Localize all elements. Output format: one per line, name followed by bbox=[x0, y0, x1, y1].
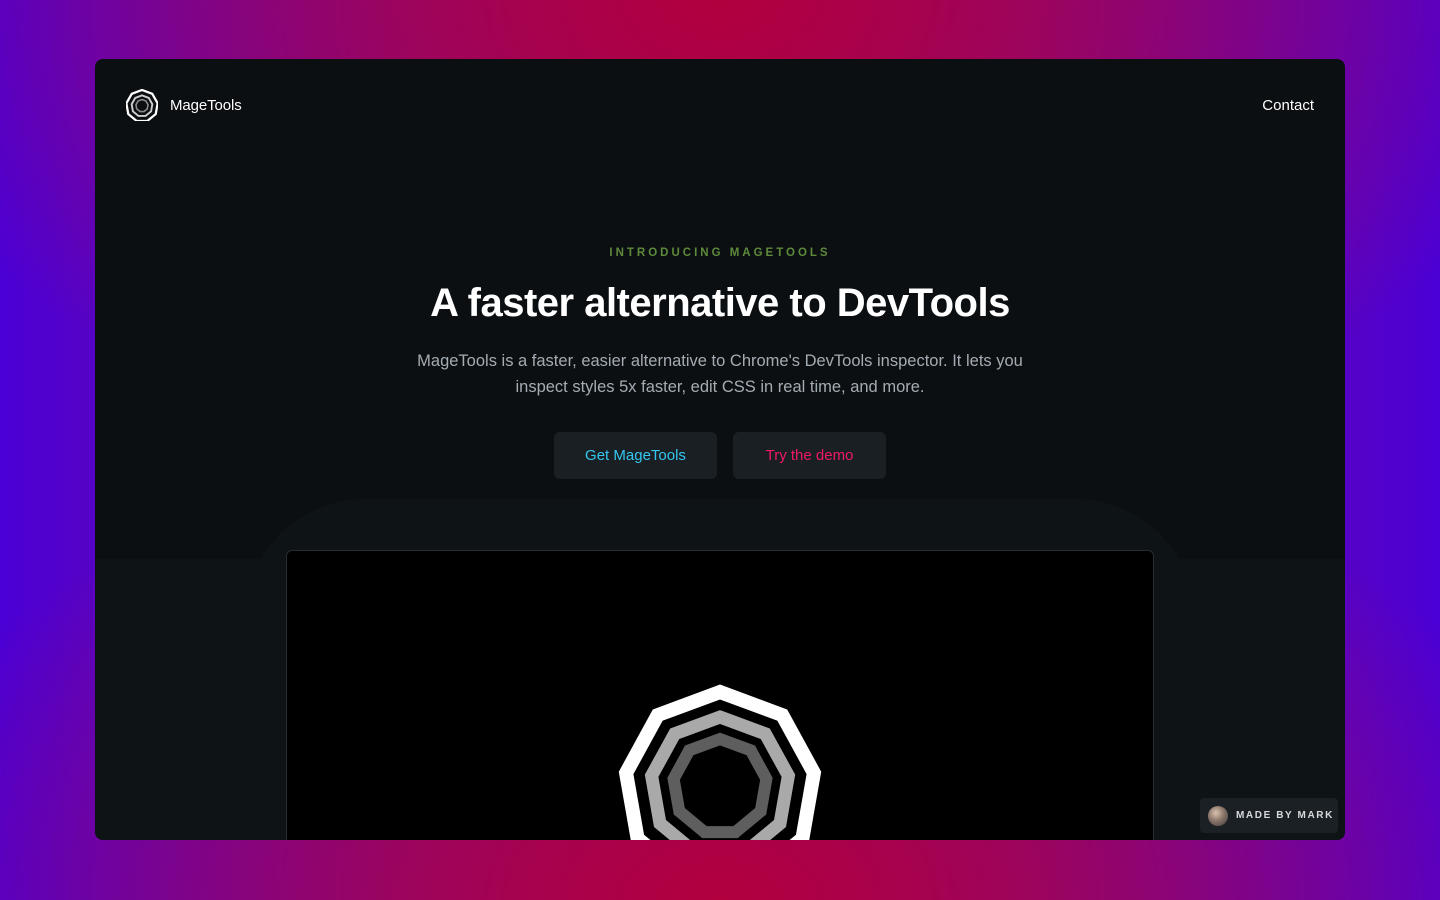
hero-headline: A faster alternative to DevTools bbox=[430, 281, 1010, 325]
try-demo-button[interactable]: Try the demo bbox=[733, 432, 886, 479]
avatar bbox=[1208, 805, 1228, 826]
hero-buttons: Get MageTools Try the demo bbox=[95, 432, 1345, 479]
badge-label: MADE BY MARK bbox=[1236, 810, 1334, 821]
contact-link[interactable]: Contact bbox=[1262, 97, 1314, 114]
hero-eyebrow: INTRODUCING MAGETOOLS bbox=[609, 247, 831, 259]
hero-subtext: MageTools is a faster, easier alternativ… bbox=[417, 352, 1023, 396]
demo-preview bbox=[286, 550, 1154, 840]
get-magetools-button[interactable]: Get MageTools bbox=[554, 432, 717, 479]
hero-section: INTRODUCING MAGETOOLS A faster alternati… bbox=[95, 247, 1345, 479]
browser-window: MageTools Contact INTRODUCING MAGETOOLS … bbox=[95, 59, 1345, 840]
top-nav: MageTools Contact bbox=[126, 89, 1314, 121]
brand-name: MageTools bbox=[170, 96, 242, 114]
magetools-logo-icon bbox=[618, 684, 822, 840]
magetools-logo-icon bbox=[126, 89, 158, 121]
brand-link[interactable]: MageTools bbox=[126, 89, 242, 121]
made-by-mark-badge[interactable]: MADE BY MARK bbox=[1200, 798, 1338, 833]
